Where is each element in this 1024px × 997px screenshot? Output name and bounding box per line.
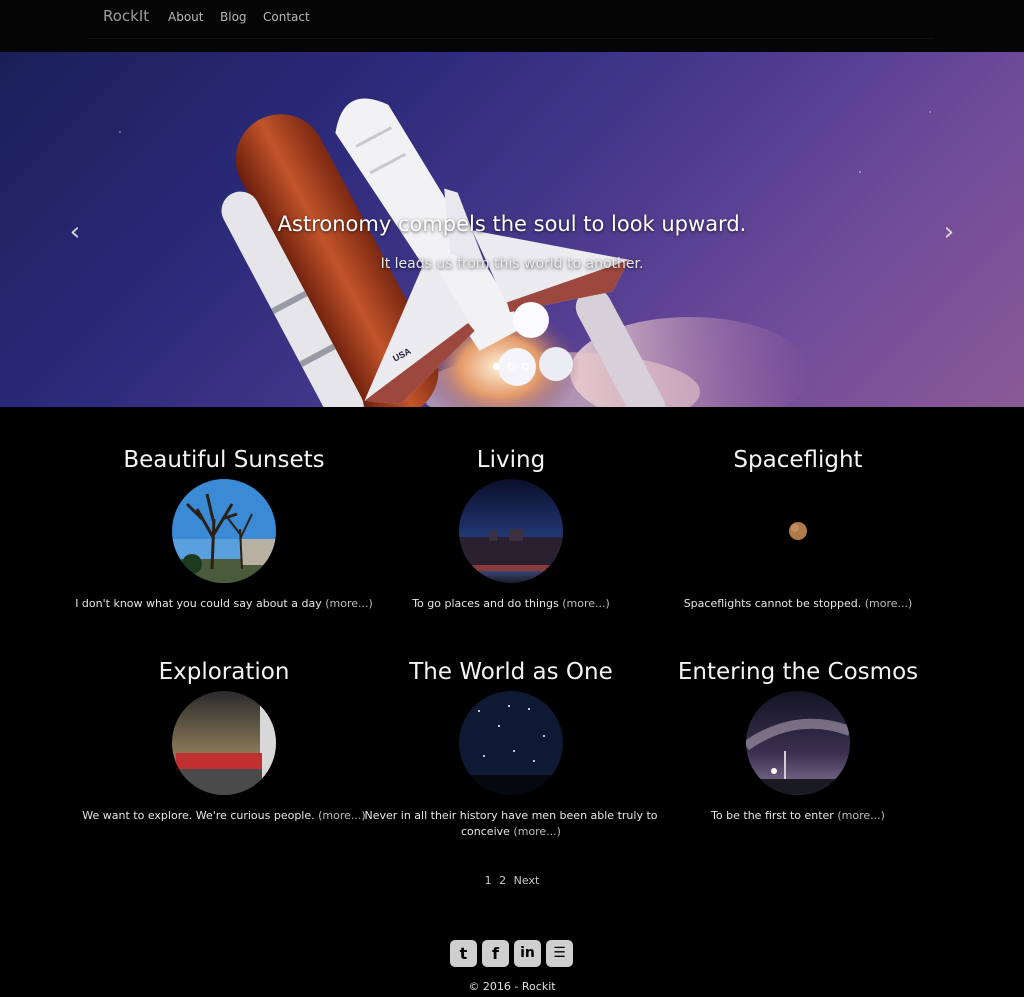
copyright-text: © 2016 - Rockit xyxy=(468,980,556,993)
sunset-tree-thumbnail[interactable] xyxy=(172,479,276,583)
living-night-thumbnail[interactable] xyxy=(459,479,563,583)
navbar-divider xyxy=(88,38,934,39)
card-more-link[interactable]: (more...) xyxy=(865,597,913,610)
hero-carousel: USA ‹ › Astronomy compels the soul to lo… xyxy=(0,52,1024,407)
nav-link-blog[interactable]: Blog xyxy=(220,10,247,24)
brand-link[interactable]: RockIt xyxy=(103,7,149,25)
milky-way-thumbnail[interactable] xyxy=(746,691,850,795)
nav-link-about[interactable]: About xyxy=(168,10,203,24)
card-text: Spaceflights cannot be stopped. xyxy=(683,597,862,610)
pagination: 1 2 Next xyxy=(0,874,1024,887)
card-more-link[interactable]: (more...) xyxy=(837,809,885,822)
carousel-title: Astronomy compels the soul to look upwar… xyxy=(277,212,747,236)
card-title: Exploration xyxy=(158,659,290,685)
social-links: t f in ☰ xyxy=(450,940,574,968)
card-text: We want to explore. We're curious people… xyxy=(82,809,315,822)
github-icon[interactable]: ☰ xyxy=(546,940,573,967)
facebook-icon[interactable]: f xyxy=(482,940,509,967)
card-description: I don't know what you could say about a … xyxy=(74,596,374,612)
card-more-link[interactable]: (more...) xyxy=(513,825,561,838)
card-title: Beautiful Sunsets xyxy=(123,447,325,473)
card-description: We want to explore. We're curious people… xyxy=(74,808,374,824)
planet-thumbnail[interactable] xyxy=(746,479,850,583)
card-description: Never in all their history have men been… xyxy=(361,808,661,840)
card-title: Spaceflight xyxy=(733,447,863,473)
card-title: Entering the Cosmos xyxy=(677,659,919,685)
card-text: To go places and do things xyxy=(412,597,559,610)
card-description: To go places and do things (more...) xyxy=(361,596,661,612)
page-link-1[interactable]: 1 xyxy=(485,874,492,887)
nav-link-contact[interactable]: Contact xyxy=(263,10,310,24)
card-title: Living xyxy=(476,447,546,473)
carousel-indicator-3[interactable] xyxy=(522,363,529,370)
page-link-2[interactable]: 2 xyxy=(499,874,506,887)
carousel-indicator-2[interactable] xyxy=(508,363,515,370)
starry-sky-thumbnail[interactable] xyxy=(459,691,563,795)
card-text: To be the first to enter xyxy=(711,809,834,822)
card-title: The World as One xyxy=(409,659,613,685)
card-text: Never in all their history have men been… xyxy=(364,809,658,838)
carousel-indicator-1[interactable] xyxy=(493,363,500,370)
carousel-indicators xyxy=(493,363,533,373)
page-next-link[interactable]: Next xyxy=(514,874,540,887)
exploration-group-thumbnail[interactable] xyxy=(172,691,276,795)
linkedin-icon[interactable]: in xyxy=(514,940,541,967)
twitter-icon[interactable]: t xyxy=(450,940,477,967)
top-navbar: RockIt About Blog Contact xyxy=(0,0,1024,52)
card-more-link[interactable]: (more...) xyxy=(562,597,610,610)
carousel-subtitle: It leads us from this world to another. xyxy=(380,256,644,272)
card-more-link[interactable]: (more...) xyxy=(318,809,366,822)
card-text: I don't know what you could say about a … xyxy=(75,597,322,610)
card-description: To be the first to enter (more...) xyxy=(648,808,948,824)
card-description: Spaceflights cannot be stopped. (more...… xyxy=(648,596,948,612)
